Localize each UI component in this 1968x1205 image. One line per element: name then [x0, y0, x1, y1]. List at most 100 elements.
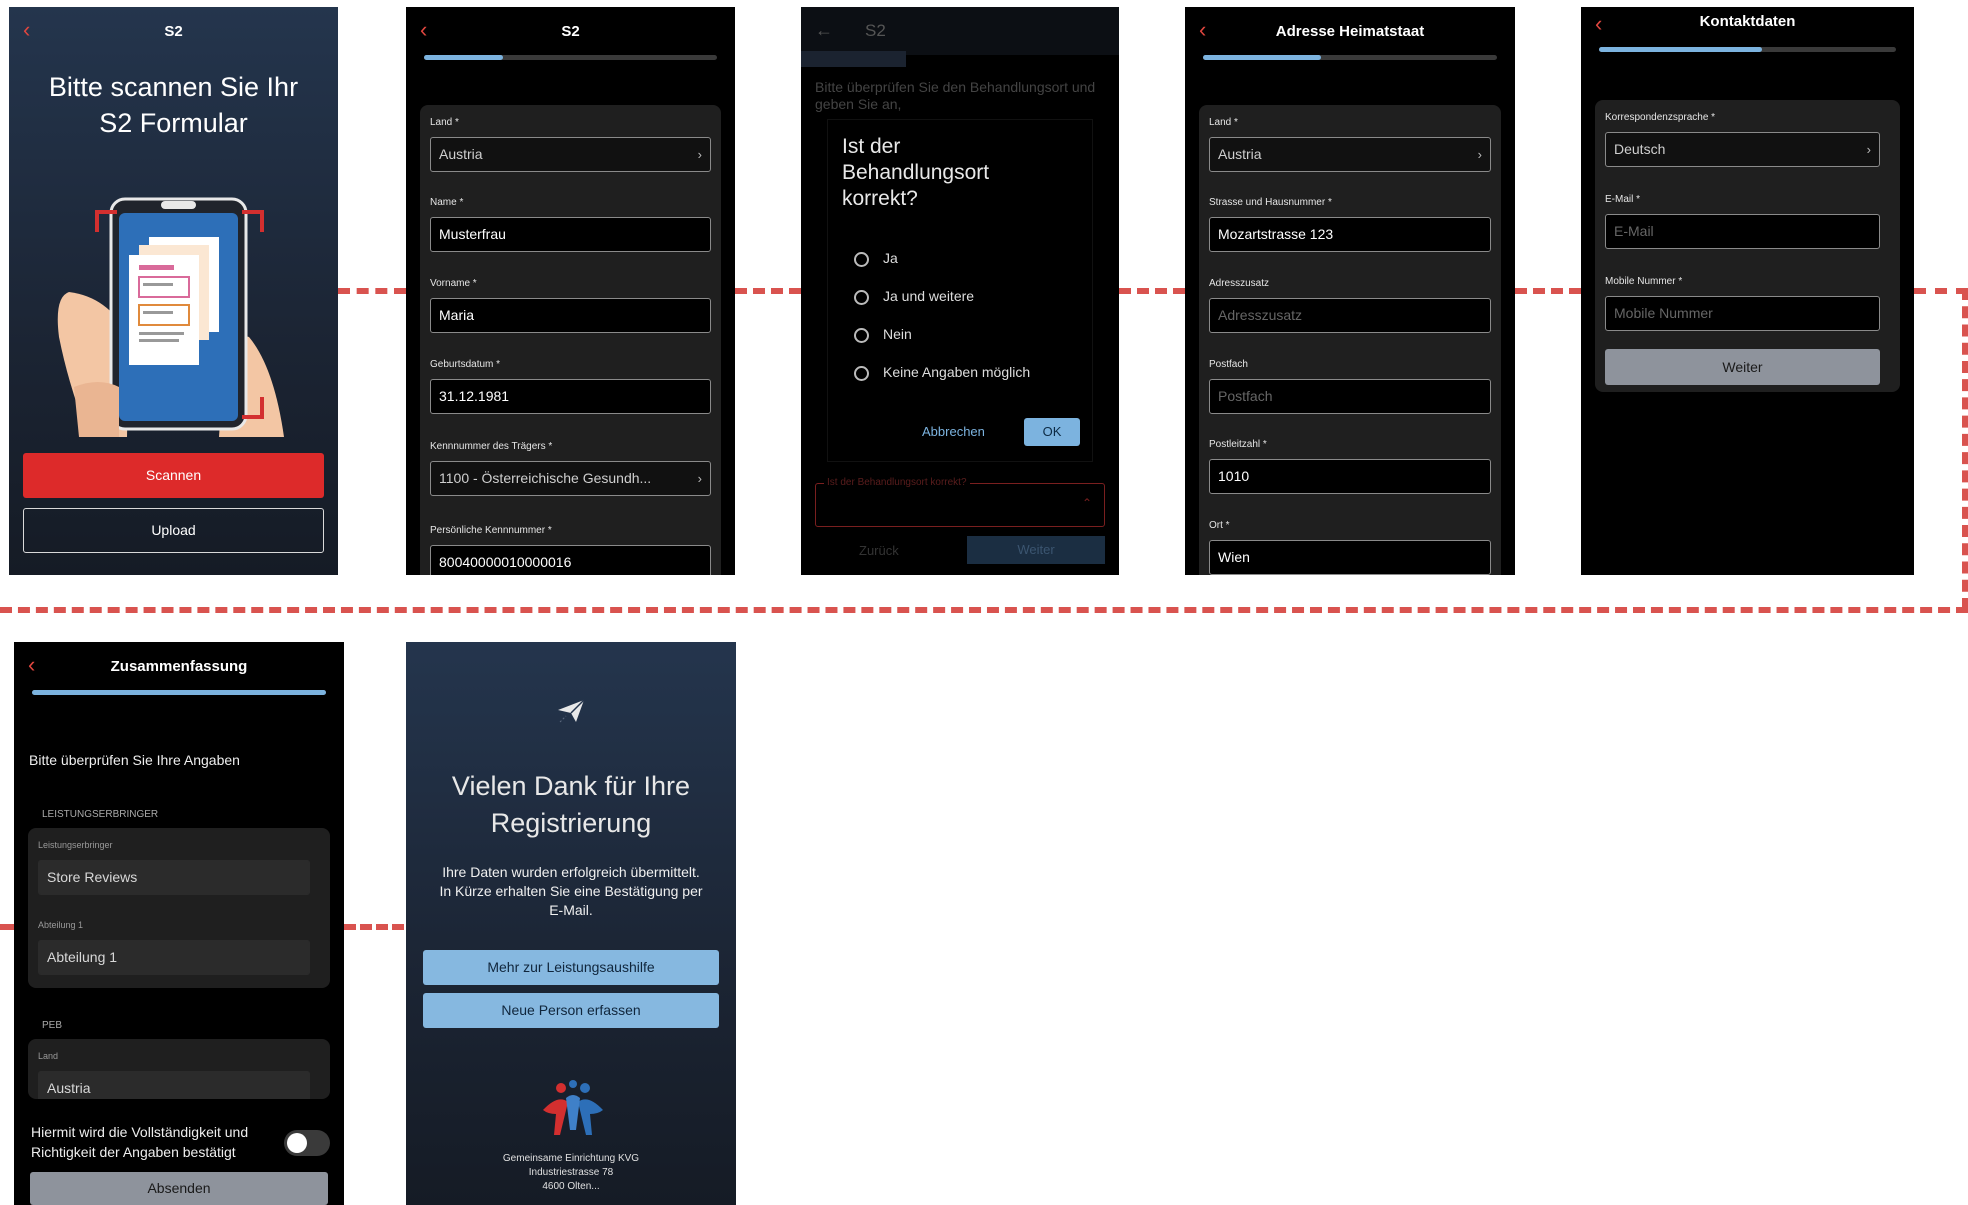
page-title: Kontaktdaten: [1699, 13, 1796, 30]
city-field[interactable]: Wien: [1209, 540, 1491, 575]
personal-id-field[interactable]: 80040000010000016: [430, 545, 711, 575]
success-message: Ihre Daten wurden erfolgreich übermittel…: [439, 864, 703, 918]
country-field: Austria: [38, 1071, 310, 1099]
email-field[interactable]: E-Mail: [1605, 214, 1880, 249]
toggle-knob: [287, 1133, 307, 1153]
chevron-right-icon: ›: [1866, 142, 1871, 157]
field-label: Mobile Nummer *: [1605, 276, 1683, 287]
submit-button[interactable]: Absenden: [30, 1172, 328, 1205]
page-title: Zusammenfassung: [110, 658, 248, 675]
confirm-text: Hiermit wird die Vollständigkeit und Ric…: [31, 1124, 249, 1160]
intro-text: Bitte überprüfen Sie Ihre Angaben: [29, 752, 240, 768]
header: ← S2: [801, 7, 1119, 55]
scan-button[interactable]: Scannen: [23, 453, 324, 498]
field-label: Adresszusatz: [1209, 278, 1270, 289]
field-label: Land *: [1209, 117, 1238, 128]
radio-icon: [854, 327, 869, 343]
progress-bar: [32, 690, 326, 695]
header: ‹ S2: [406, 7, 735, 55]
arrow-left-icon[interactable]: ←: [815, 21, 833, 39]
radio-icon: [854, 365, 869, 381]
screen-personal-data: ‹ S2 Land * Austria › Name * Musterfrau V…: [406, 7, 735, 575]
back-button[interactable]: Zurück: [859, 543, 899, 558]
progress-bar: [1203, 55, 1497, 60]
screen-scan: ‹ S2 Bitte scannen Sie Ihr S2 Formular S…: [9, 7, 338, 575]
field-label: Land: [38, 1051, 59, 1061]
chevron-right-icon: ›: [697, 147, 702, 162]
page-title: S2: [164, 23, 183, 40]
next-button[interactable]: Weiter: [967, 536, 1105, 564]
field-label: Vorname *: [430, 278, 477, 289]
language-select[interactable]: Deutsch ›: [1605, 132, 1880, 167]
upload-button[interactable]: Upload: [23, 508, 324, 553]
chevron-right-icon: ›: [1477, 147, 1482, 162]
page-title: Adresse Heimatstaat: [1275, 23, 1425, 40]
mobile-field[interactable]: Mobile Nummer: [1605, 296, 1880, 331]
footer-address: Gemeinsame Einrichtung KVG Industriestra…: [502, 1153, 640, 1192]
field-label: Kennnummer des Trägers *: [430, 441, 553, 452]
heading: Bitte scannen Sie Ihr S2 Formular: [48, 72, 299, 138]
section-heading: LEISTUNGSERBRINGER: [42, 809, 159, 820]
treatment-select[interactable]: Ist der Behandlungsort korrekt? ⌃: [815, 477, 1105, 527]
field-label: Strasse und Hausnummer *: [1209, 197, 1332, 208]
progress-bar: [801, 51, 906, 67]
address-addition-field[interactable]: Adresszusatz: [1209, 298, 1491, 333]
screen-treatment-dialog: ← S2 Bitte überprüfen Sie den Behandlung…: [801, 7, 1119, 575]
chevron-up-icon: ⌃: [1081, 496, 1092, 510]
field-label: Geburtsdatum *: [430, 359, 501, 370]
chevron-right-icon: ›: [697, 471, 702, 486]
people-logo-icon: [543, 1080, 603, 1135]
confirm-section: Hiermit wird die Vollständigkeit und Ric…: [14, 1102, 344, 1205]
radio-option[interactable]: Ja: [854, 250, 898, 267]
field-label: Persönliche Kennnummer *: [430, 525, 552, 536]
postal-code-field[interactable]: 1010: [1209, 459, 1491, 494]
radio-icon: [854, 289, 869, 305]
field-label: Name *: [430, 197, 464, 208]
po-box-field[interactable]: Postfach: [1209, 379, 1491, 414]
ok-button[interactable]: OK: [1024, 418, 1080, 446]
screen-home-address: ‹ Adresse Heimatstaat Land * Austria › St…: [1185, 7, 1515, 575]
country-select[interactable]: Austria ›: [430, 137, 711, 172]
header: ‹ Adresse Heimatstaat: [1185, 7, 1515, 55]
first-name-field[interactable]: Maria: [430, 298, 711, 333]
header: ‹ Zusammenfassung: [14, 642, 344, 690]
field-label: E-Mail *: [1605, 194, 1641, 205]
field-label: Postleitzahl *: [1209, 439, 1267, 450]
provider-card: Leistungserbringer Store Reviews Abteilu…: [28, 828, 330, 988]
screen-summary: ‹ Zusammenfassung Bitte überprüfen Sie I…: [14, 642, 344, 1205]
field-label: Korrespondenzsprache *: [1605, 112, 1716, 123]
country-select[interactable]: Austria ›: [1209, 137, 1491, 172]
modal-dialog: Ist der Behandlungsort korrekt? Ja Ja un…: [827, 119, 1093, 462]
form-card: Land * Austria › Name * Musterfrau Vornam…: [420, 105, 721, 575]
page-title: S2: [561, 23, 580, 40]
radio-option[interactable]: Nein: [854, 326, 912, 343]
radio-icon: [854, 251, 869, 267]
screen-thank-you: Vielen Dank für Ihre Registrierung Ihre …: [406, 642, 736, 1205]
radio-option[interactable]: Keine Angaben möglich: [854, 364, 1030, 381]
confirm-toggle[interactable]: [284, 1130, 330, 1156]
section-heading: PEB: [42, 1020, 63, 1031]
radio-option[interactable]: Ja und weitere: [854, 288, 974, 305]
field-label: Land *: [430, 117, 459, 128]
cancel-button[interactable]: Abbrechen: [922, 424, 985, 439]
field-label: Postfach: [1209, 359, 1248, 370]
more-info-button[interactable]: Mehr zur Leistungsaushilfe: [423, 950, 719, 985]
peb-card: Land Austria: [28, 1039, 330, 1099]
progress-bar: [424, 55, 717, 60]
screen-contact: ‹ Kontaktdaten Korrespondenzsprache * De…: [1581, 7, 1914, 575]
provider-field: Store Reviews: [38, 860, 310, 895]
department-field: Abteilung 1: [38, 940, 310, 975]
birthdate-field[interactable]: 31.12.1981: [430, 379, 711, 414]
field-label: Ist der Behandlungsort korrekt?: [824, 477, 970, 488]
form-card: Land * Austria › Strasse und Hausnummer *…: [1199, 105, 1501, 575]
field-label: Leistungserbringer: [38, 840, 113, 850]
form-card: Korrespondenzsprache * Deutsch › E-Mail *…: [1595, 100, 1900, 392]
name-field[interactable]: Musterfrau: [430, 217, 711, 252]
street-field[interactable]: Mozartstrasse 123: [1209, 217, 1491, 252]
page-title: S2: [865, 21, 886, 40]
progress-bar: [1599, 47, 1896, 52]
carrier-select[interactable]: 1100 - Österreichische Gesundh... ›: [430, 461, 711, 496]
next-button[interactable]: Weiter: [1605, 349, 1880, 385]
scan-illustration: [57, 197, 284, 437]
new-person-button[interactable]: Neue Person erfassen: [423, 993, 719, 1028]
